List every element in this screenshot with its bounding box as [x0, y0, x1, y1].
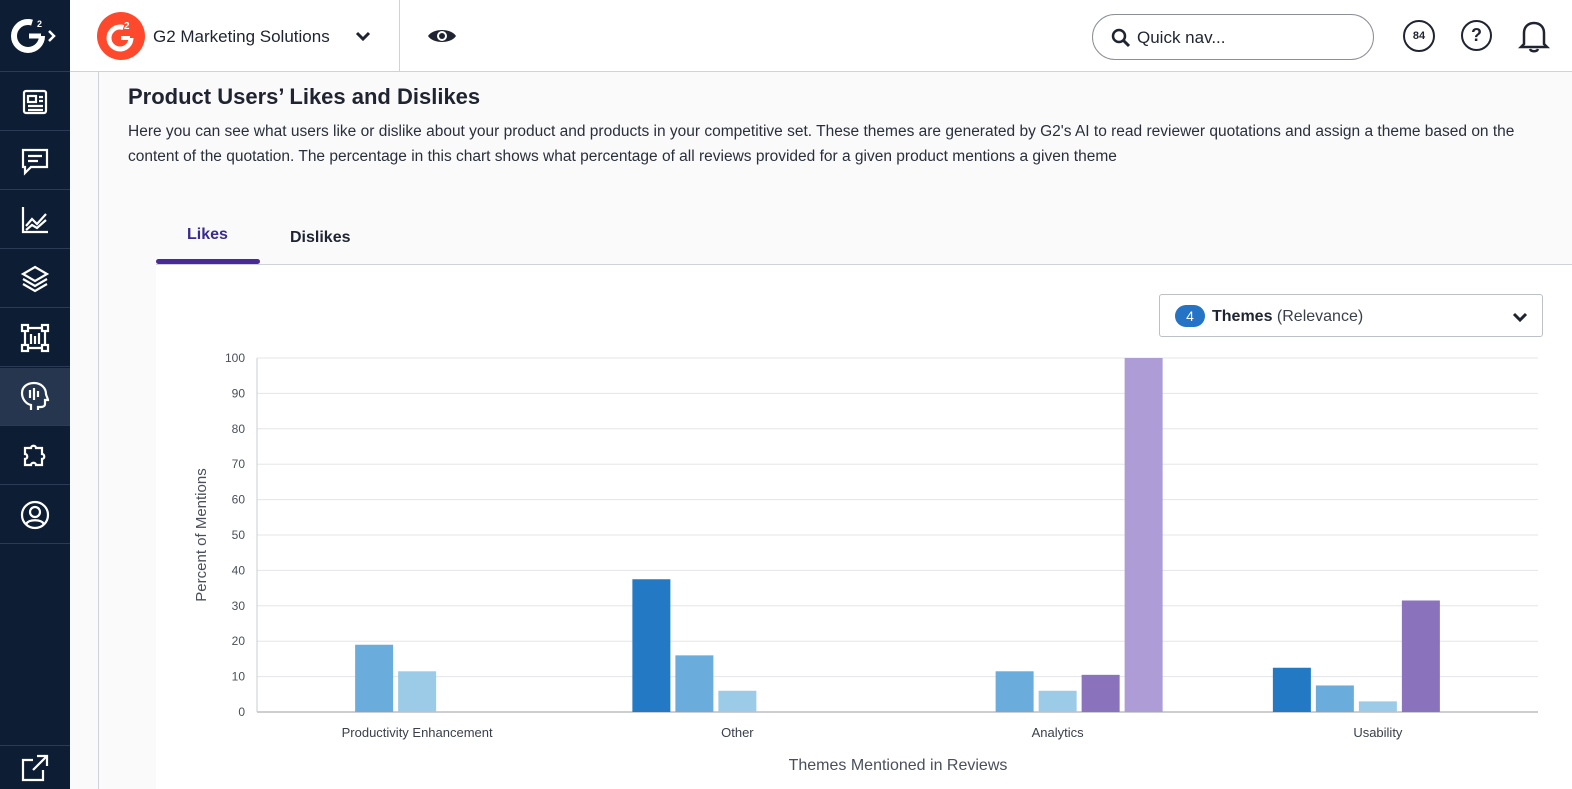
y-tick-label: 70 [232, 457, 246, 471]
chart-bar[interactable] [1272, 667, 1311, 712]
x-tick-label: Other [721, 725, 754, 740]
y-axis-label: Percent of Mentions [193, 468, 210, 601]
chart-bar[interactable] [1081, 674, 1120, 712]
chart-bar[interactable] [355, 644, 394, 712]
y-tick-label: 20 [232, 634, 246, 648]
chart-bar[interactable] [1401, 600, 1440, 712]
y-tick-label: 50 [232, 528, 246, 542]
themes-bar-chart: 0 10 20 30 40 50 60 70 80 90 100 Productivity Enha… [193, 351, 1538, 774]
chart-bar[interactable] [675, 655, 714, 712]
chart-bar[interactable] [398, 671, 437, 712]
chart-bar[interactable] [995, 671, 1034, 712]
themes-sort-label: (Relevance) [1276, 308, 1364, 325]
chart-bar[interactable] [1038, 690, 1077, 712]
themes-select[interactable]: 4 Themes (Relevance) [1159, 294, 1543, 337]
x-tick-label: Analytics [1032, 725, 1085, 740]
chart-bar[interactable] [1315, 685, 1354, 712]
chart-bar[interactable] [632, 579, 671, 712]
y-tick-label: 60 [232, 493, 246, 507]
chevron-down-icon [1512, 312, 1528, 323]
y-tick-label: 90 [232, 386, 246, 400]
y-tick-label: 100 [225, 351, 245, 365]
y-tick-label: 0 [238, 705, 245, 719]
x-tick-label: Productivity Enhancement [342, 725, 493, 740]
x-axis-label: Themes Mentioned in Reviews [789, 757, 1008, 774]
themes-count-badge: 4 [1175, 305, 1205, 327]
chart-bar[interactable] [1358, 701, 1397, 712]
y-tick-label: 10 [232, 670, 246, 684]
themes-label: Themes [1212, 308, 1273, 325]
x-tick-label: Usability [1353, 725, 1403, 740]
chart-bar[interactable] [718, 690, 757, 712]
chart-bar[interactable] [1124, 358, 1163, 712]
y-tick-label: 30 [232, 599, 246, 613]
y-tick-label: 80 [232, 422, 246, 436]
themes-select-label: Themes (Relevance) [1212, 308, 1363, 326]
y-tick-label: 40 [232, 563, 246, 577]
